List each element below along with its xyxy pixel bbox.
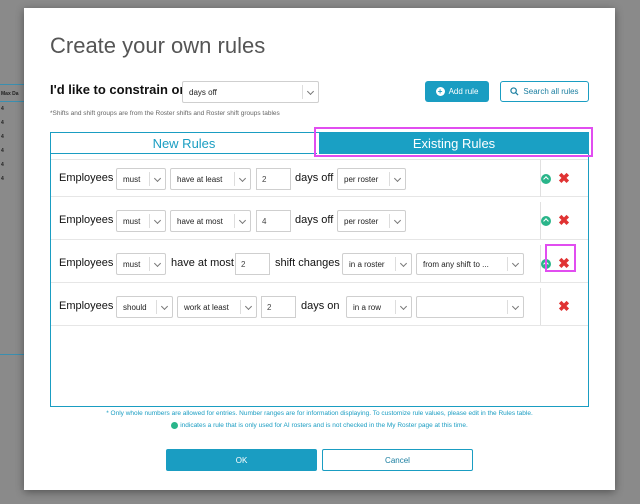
tab-new-rules[interactable]: New Rules <box>51 133 317 154</box>
operator-value: work at least <box>184 302 229 312</box>
background-divider <box>0 354 26 355</box>
scope-value: per roster <box>344 174 379 184</box>
rule-subject: Employees <box>59 257 114 269</box>
chevron-down-icon <box>389 214 405 228</box>
operator-value: have at most <box>177 216 223 226</box>
chevron-down-icon <box>149 257 165 271</box>
source-hint: *Shifts and shift groups are from the Ro… <box>50 110 280 117</box>
scope-select[interactable]: in a roster <box>342 253 412 275</box>
constrain-select-value: days off <box>189 87 217 97</box>
rule-subject: Employees <box>59 300 114 312</box>
rule-row: Employees must have at most 4 days off p… <box>51 202 588 240</box>
scope-select[interactable]: per roster <box>337 168 406 190</box>
background-cell: 4 <box>1 106 4 112</box>
existing-rules-highlight <box>314 127 593 157</box>
rule-unit: days on <box>301 300 340 312</box>
modal-verb-value: must <box>123 174 141 184</box>
rule-subject: Employees <box>59 214 114 226</box>
amount-input[interactable]: 2 <box>261 296 296 318</box>
row-divider <box>540 288 541 325</box>
leaf-up-icon <box>541 216 551 226</box>
create-rules-modal: Create your own rules I'd like to constr… <box>24 8 615 490</box>
rule-row: Employees should work at least 2 days on… <box>51 288 588 326</box>
close-icon[interactable]: ✖ <box>558 213 570 227</box>
rules-tabs: New Rules Existing Rules Employees must … <box>50 132 589 407</box>
background-cell: 4 <box>1 120 4 126</box>
background-divider <box>0 101 26 102</box>
chevron-down-icon <box>234 214 250 228</box>
chevron-down-icon <box>156 300 172 314</box>
chevron-down-icon <box>234 172 250 186</box>
operator-select[interactable]: have at most <box>170 210 251 232</box>
rule-row: Employees must have at most 2 shift chan… <box>51 245 588 283</box>
rule-unit: shift changes <box>275 257 340 269</box>
scope-select[interactable]: per roster <box>337 210 406 232</box>
chevron-down-icon <box>507 300 523 314</box>
modal-verb-value: must <box>123 259 141 269</box>
scope-select[interactable]: in a row <box>346 296 412 318</box>
modal-verb-select[interactable]: must <box>116 210 166 232</box>
search-icon <box>510 87 519 96</box>
shift-select[interactable] <box>416 296 524 318</box>
chevron-down-icon <box>240 300 256 314</box>
footer-note-ai-rules-text: indicates a rule that is only used for A… <box>180 422 468 430</box>
chevron-down-icon <box>389 172 405 186</box>
modal-verb-select[interactable]: must <box>116 168 166 190</box>
modal-verb-value: should <box>123 302 147 312</box>
rules-list: Employees must have at least 2 days off … <box>51 159 588 405</box>
footer-note-ai-rules: indicates a rule that is only used for A… <box>24 422 615 429</box>
rule-row: Employees must have at least 2 days off … <box>51 159 588 197</box>
leaf-up-icon <box>171 422 179 429</box>
add-rule-button[interactable]: + Add rule <box>425 81 489 102</box>
search-all-rules-button[interactable]: Search all rules <box>500 81 589 102</box>
operator-select[interactable]: work at least <box>177 296 257 318</box>
background-cell: 4 <box>1 134 4 140</box>
chevron-down-icon <box>302 85 318 99</box>
operator-value: have at least <box>177 174 223 184</box>
constrain-label: I'd like to constrain on <box>50 82 188 97</box>
amount-input[interactable]: 2 <box>256 168 291 190</box>
amount-input[interactable]: 2 <box>235 253 270 275</box>
constrain-select[interactable]: days off <box>182 81 319 103</box>
cancel-button[interactable]: Cancel <box>322 449 473 471</box>
close-icon[interactable]: ✖ <box>558 299 570 313</box>
search-all-rules-label: Search all rules <box>523 87 579 96</box>
shift-change-value: from any shift to ... <box>423 259 489 269</box>
background-divider <box>0 84 26 85</box>
operator-select[interactable]: have at least <box>170 168 251 190</box>
shift-change-select[interactable]: from any shift to ... <box>416 253 524 275</box>
scope-value: in a roster <box>349 259 385 269</box>
chevron-down-icon <box>395 257 411 271</box>
modal-title: Create your own rules <box>50 33 266 58</box>
close-icon[interactable]: ✖ <box>558 171 570 185</box>
scope-value: per roster <box>344 216 379 226</box>
rule-subject: Employees <box>59 172 114 184</box>
add-rule-label: Add rule <box>448 87 479 96</box>
modal-verb-select[interactable]: should <box>116 296 173 318</box>
operator-text: have at most <box>171 257 234 269</box>
amount-input[interactable]: 4 <box>256 210 291 232</box>
plus-circle-icon: + <box>435 87 445 96</box>
chevron-down-icon <box>507 257 523 271</box>
modal-verb-value: must <box>123 216 141 226</box>
footer-note-whole-numbers: * Only whole numbers are allowed for ent… <box>106 410 533 417</box>
modal-verb-select[interactable]: must <box>116 253 166 275</box>
leaf-up-icon <box>541 174 551 184</box>
chevron-down-icon <box>149 172 165 186</box>
background-cell: 4 <box>1 162 4 168</box>
delete-rule-highlight <box>545 244 576 272</box>
rule-unit: days off <box>295 172 334 184</box>
scope-value: in a row <box>353 302 382 312</box>
ok-button[interactable]: OK <box>166 449 317 471</box>
background-cell: 4 <box>1 148 4 154</box>
chevron-down-icon <box>395 300 411 314</box>
background-cell: 4 <box>1 176 4 182</box>
rule-unit: days off <box>295 214 334 226</box>
chevron-down-icon <box>149 214 165 228</box>
